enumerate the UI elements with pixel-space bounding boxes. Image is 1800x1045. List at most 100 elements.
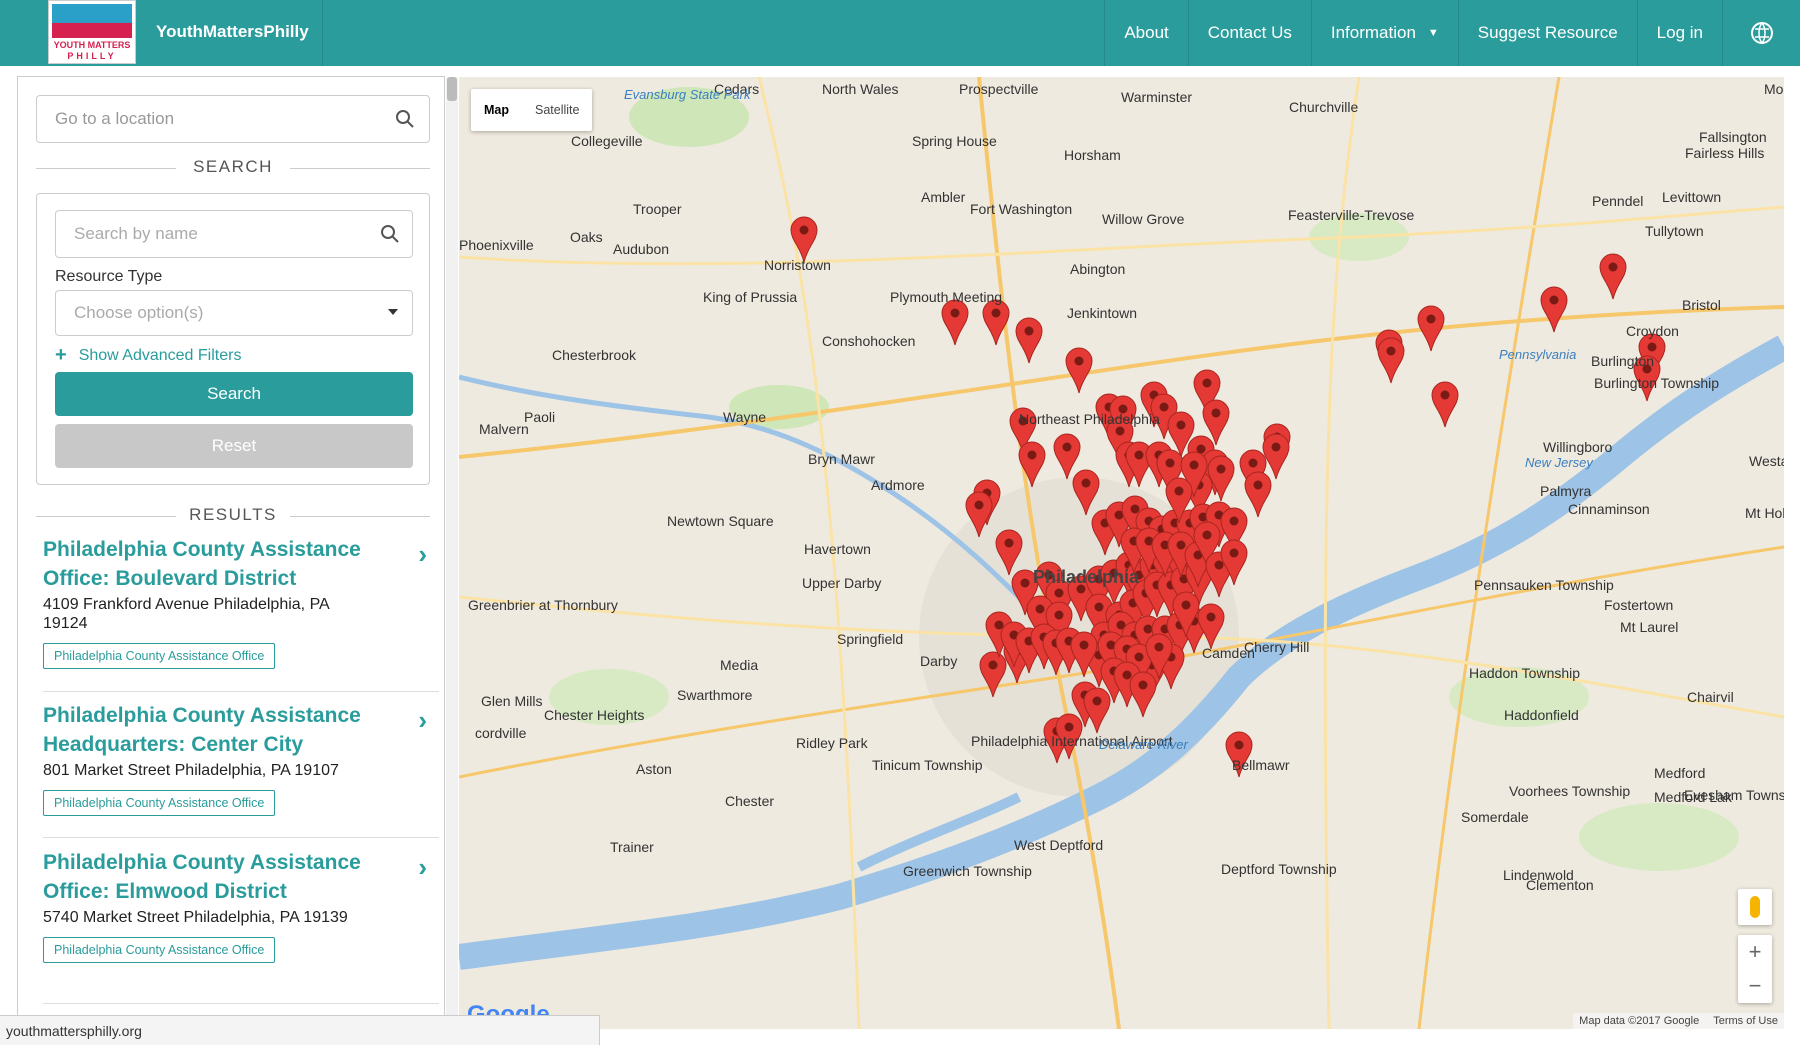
map-place-label: Northeast Philadelphia	[1019, 411, 1160, 427]
sidebar: Go to a location SEARCH Search by name R…	[17, 76, 445, 1031]
map-place-label: Abington	[1070, 261, 1126, 277]
map-place-label: Willingboro	[1543, 439, 1613, 455]
map-place-label: Haddonfield	[1504, 707, 1579, 723]
map-place-label: Aston	[636, 761, 672, 777]
map-type-map-button[interactable]: Map	[471, 89, 522, 131]
site-logo[interactable]: YOUTH MATTERS PHILLY	[48, 0, 136, 64]
chevron-right-icon[interactable]: ›	[418, 852, 427, 883]
zoom-in-button[interactable]: +	[1738, 935, 1772, 969]
result-item[interactable]: Philadelphia County Assistance Office: E…	[43, 848, 441, 963]
map-place-label: King of Prussia	[703, 289, 798, 305]
reset-button[interactable]: Reset	[55, 424, 413, 468]
map-place-label: Croydon	[1626, 323, 1679, 339]
map-place-label: Swarthmore	[677, 687, 753, 703]
map-view[interactable]: Cedars North Wales Prospectville Warminster…	[459, 77, 1784, 1029]
map-place-label: Springfield	[837, 631, 904, 647]
map-data-credit: Map data ©2017 Google	[1579, 1015, 1700, 1027]
map-place-label: Delaware River	[1099, 737, 1188, 752]
skyline-graphic	[52, 4, 132, 38]
dropdown-arrow-icon	[388, 309, 398, 315]
map-place-label: Spring House	[912, 133, 997, 149]
map-place-label: New Jersey	[1525, 455, 1593, 470]
sidebar-scrollbar[interactable]	[446, 77, 458, 1029]
map-place-label: Wayne	[723, 409, 767, 425]
map-place-label: Plymouth Meeting	[890, 289, 1003, 305]
result-address: 5740 Market Street Philadelphia, PA 1913…	[43, 909, 348, 926]
search-button[interactable]: Search	[55, 372, 413, 416]
search-panel: Search by name Resource Type Choose opti…	[36, 193, 430, 485]
nav-contact-us[interactable]: Contact Us	[1187, 0, 1311, 66]
result-title[interactable]: Philadelphia County Assistance Office: E…	[43, 848, 373, 906]
zoom-out-button[interactable]: −	[1738, 969, 1772, 1003]
map-place-label: Levittown	[1662, 189, 1722, 205]
map-type-satellite-button[interactable]: Satellite	[522, 89, 592, 131]
terms-of-use-link[interactable]: Terms of Use	[1713, 1015, 1778, 1027]
map-place-label: Prospectville	[959, 81, 1039, 97]
map-place-label: Darby	[920, 653, 958, 669]
map-place-label: Ardmore	[871, 477, 925, 493]
nav-information[interactable]: Information ▼	[1310, 0, 1458, 66]
map-place-label: Fallsington	[1699, 129, 1767, 145]
map-place-label: Philadelphia	[1033, 567, 1140, 587]
map-place-label: cordville	[475, 725, 527, 741]
map-place-label: Burlington	[1591, 353, 1655, 369]
map-place-label: Trainer	[610, 839, 654, 855]
translate-icon[interactable]	[1722, 0, 1800, 66]
street-view-pegman-icon[interactable]	[1738, 889, 1772, 925]
map-place-label: Malvern	[479, 421, 529, 437]
map-place-label: Haddon Township	[1469, 665, 1581, 681]
map-place-label: Pennsauken Township	[1474, 577, 1614, 593]
chevron-right-icon[interactable]: ›	[418, 539, 427, 570]
map-place-label: Horsham	[1064, 147, 1121, 163]
name-search-input[interactable]: Search by name	[55, 210, 413, 258]
map-place-label: Bristol	[1682, 297, 1721, 313]
nav-suggest-resource[interactable]: Suggest Resource	[1457, 0, 1637, 66]
map-place-label: Chesterbrook	[552, 347, 637, 363]
result-divider	[43, 837, 439, 838]
search-icon[interactable]	[380, 224, 400, 244]
map-place-label: Jenkintown	[1067, 305, 1138, 321]
map-place-label: Mt Laurel	[1620, 619, 1679, 635]
nav-about[interactable]: About	[1104, 0, 1187, 66]
map-place-label: Audubon	[613, 241, 670, 257]
location-search-input[interactable]: Go to a location	[36, 95, 430, 143]
result-item[interactable]: Philadelphia County Assistance Office: B…	[43, 535, 441, 669]
nav-information-label: Information	[1330, 23, 1416, 42]
result-tag[interactable]: Philadelphia County Assistance Office	[43, 643, 276, 669]
resource-type-select[interactable]: Choose option(s)	[55, 290, 413, 336]
map-place-label: Churchville	[1289, 99, 1359, 115]
map-attribution: Map data ©2017 Google Terms of Use	[1573, 1013, 1784, 1029]
result-title[interactable]: Philadelphia County Assistance Headquart…	[43, 701, 373, 759]
map-place-label: Pennsylvania	[1499, 347, 1577, 362]
result-item[interactable]: Philadelphia County Assistance Headquart…	[43, 701, 441, 816]
map-place-label: Warminster	[1121, 89, 1193, 105]
map-type-control: Map Satellite	[471, 89, 593, 131]
result-tag[interactable]: Philadelphia County Assistance Office	[43, 937, 276, 963]
logo-line1: YOUTH MATTERS	[53, 40, 131, 50]
map-place-label: Cherry Hill	[1244, 639, 1310, 655]
result-divider	[43, 1003, 439, 1004]
map-place-label: Trooper	[633, 201, 682, 217]
map-place-label: Medford Lak	[1654, 789, 1732, 805]
map-place-label: Penndel	[1592, 193, 1644, 209]
result-tag[interactable]: Philadelphia County Assistance Office	[43, 790, 276, 816]
map-place-label: Voorhees Township	[1509, 783, 1631, 799]
map-place-label: Phoenixville	[459, 237, 534, 253]
map-place-label: Greenwich Township	[903, 863, 1032, 879]
nav-log-in[interactable]: Log in	[1636, 0, 1722, 66]
result-title[interactable]: Philadelphia County Assistance Office: B…	[43, 535, 373, 593]
map-place-label: Upper Darby	[802, 575, 882, 591]
map-place-label: Fostertown	[1604, 597, 1674, 613]
map-place-label: Glen Mills	[481, 693, 543, 709]
map-place-label: Deptford Township	[1221, 861, 1337, 877]
search-icon[interactable]	[395, 109, 415, 129]
map-place-label: Tinicum Township	[872, 757, 983, 773]
map-place-label: Chester	[725, 793, 775, 809]
advanced-filters-toggle[interactable]: + Show Advanced Filters	[55, 344, 241, 367]
name-placeholder: Search by name	[74, 224, 198, 243]
chevron-right-icon[interactable]: ›	[418, 705, 427, 736]
map-place-label: Westampt	[1749, 453, 1784, 469]
brand-name[interactable]: YouthMattersPhilly	[156, 22, 309, 42]
map-place-label: Morrisv	[1764, 81, 1784, 97]
scrollbar-thumb[interactable]	[447, 77, 457, 101]
